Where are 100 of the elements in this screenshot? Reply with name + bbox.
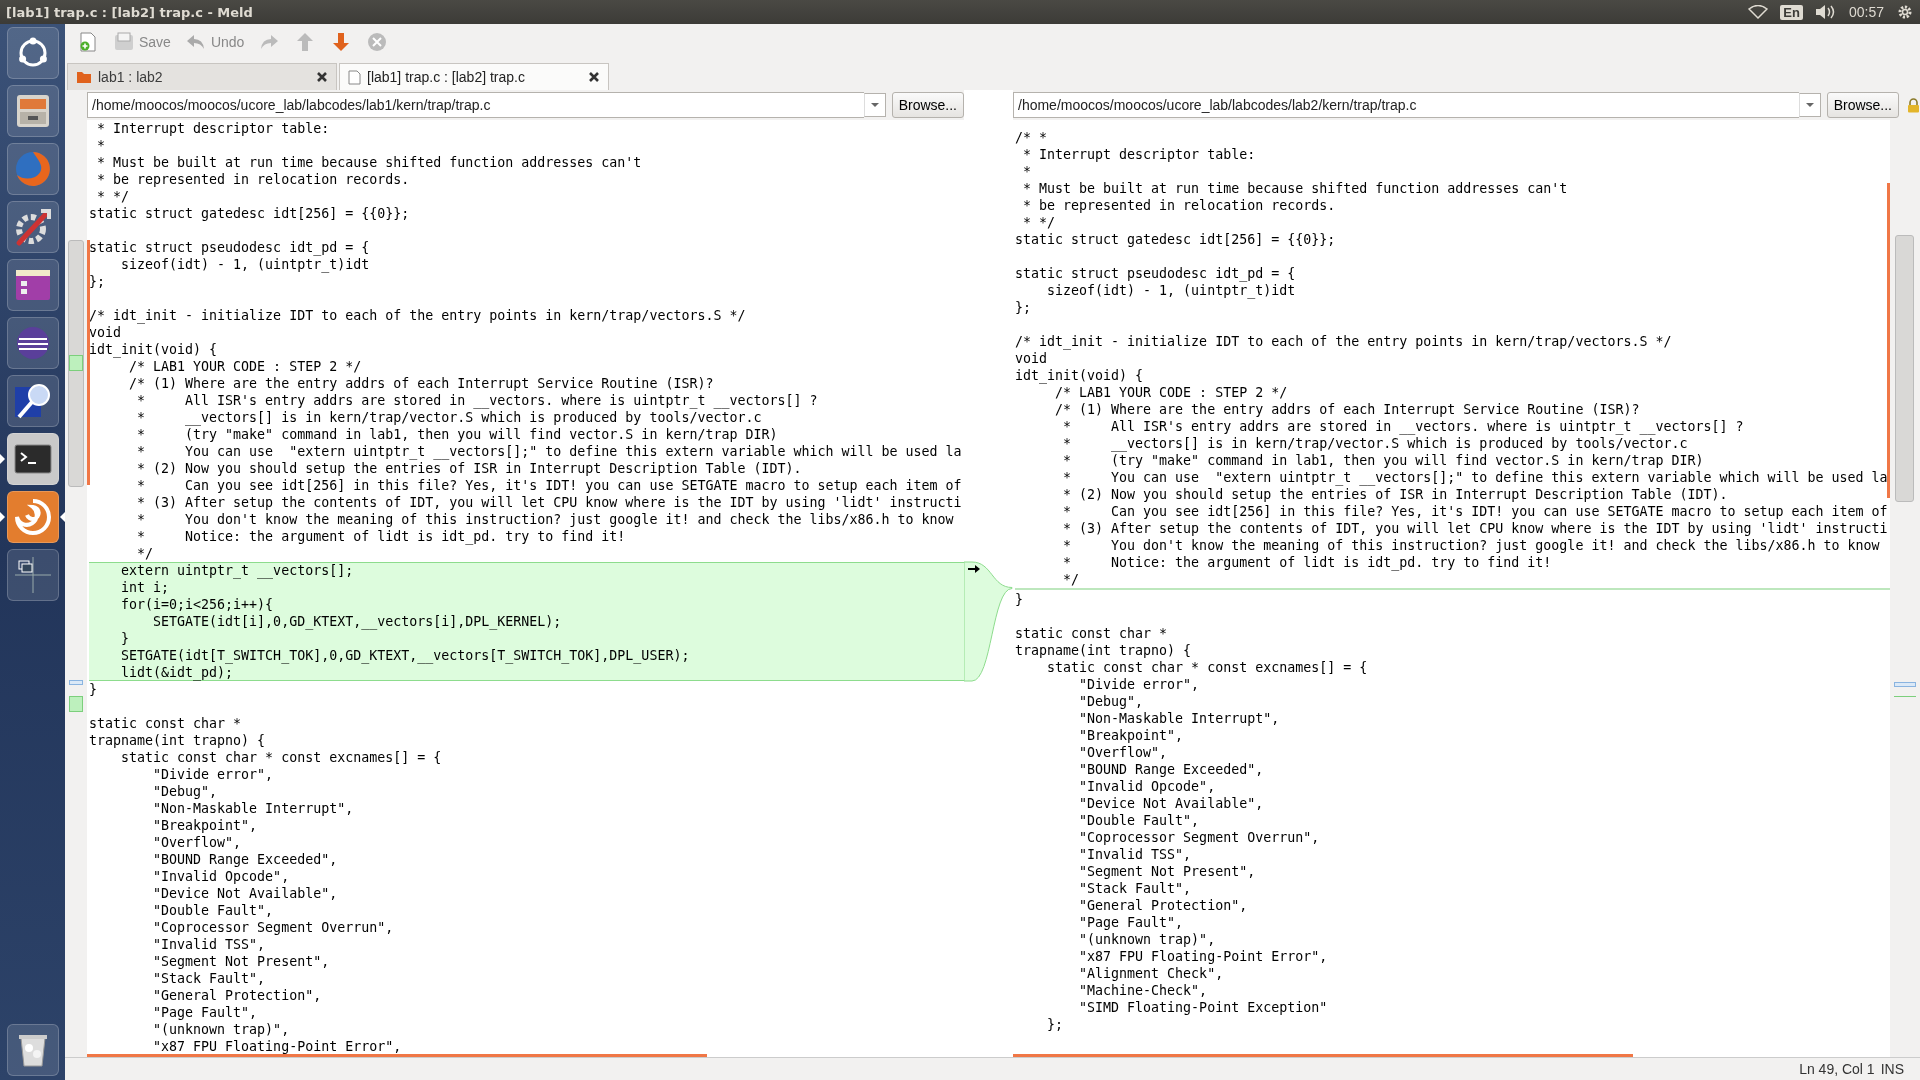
code-line: "Divide error", (1078, 675, 1201, 693)
code-line: "Coprocessor Segment Overrun", (1078, 828, 1321, 846)
code-line: "Non-Maskable Interrupt", (152, 800, 355, 817)
document-tab[interactable]: [lab1] trap.c : [lab2] trap.c (339, 63, 609, 90)
code-line: * */ (1022, 213, 1057, 231)
dropdown-button[interactable] (863, 93, 886, 117)
code-line: * Can you see idt[256] in this file? Yes, it's IDT! you can use SETGATE macro to setup each item of (1062, 502, 1889, 520)
code-line: "Coprocessor Segment Overrun", (152, 919, 395, 936)
globe-icon[interactable] (6, 143, 59, 195)
code-line: "SIMD Floating-Point Exception" (1078, 998, 1329, 1016)
code-line: * be represented in relocation records. (96, 171, 411, 188)
code-line: /* idt_init - initialize IDT to each of the entry points in kern/trap/vectors.S */ (89, 307, 747, 324)
code-line: * (try "make" command in lab1, then you will find vector.S in kern/trap DIR) (1062, 452, 1705, 469)
workspace-grid-icon[interactable] (6, 549, 59, 601)
code-line: "BOUND Range Exceeded", (152, 851, 339, 868)
volume-icon[interactable] (1814, 4, 1837, 20)
code-line: /* (1) Where are the entry addrs of each Interrupt Service Routine (ISR)? (1054, 400, 1641, 418)
path-field[interactable]: /home/moocos/moocos/ucore_lab/labcodes/lab1/kern/trap/trap.c (87, 92, 864, 118)
code-line: }; (1015, 298, 1032, 316)
code-line: "Stack Fault", (152, 970, 267, 987)
code-line: } (120, 630, 131, 647)
close-icon[interactable] (588, 71, 600, 83)
code-line: } (89, 681, 98, 698)
code-line: "General Protection", (1078, 896, 1249, 914)
code-line: "Page Fault", (152, 1004, 259, 1021)
code-line: "Invalid Opcode", (152, 868, 291, 885)
code-line: */ (1062, 570, 1081, 588)
window-icon[interactable] (6, 259, 59, 311)
code-line: * (2) Now you should setup the entries of ISR in Interrupt Description Table (IDT). (136, 460, 803, 477)
code-editor[interactable] (87, 120, 964, 1057)
document-tab[interactable]: lab1 : lab2 (67, 63, 337, 90)
terminal-icon[interactable] (6, 433, 59, 485)
code-line: * (2) Now you should setup the entries of ISR in Interrupt Description Table (IDT). (1062, 486, 1729, 503)
browse-button[interactable]: Browse... (891, 92, 964, 118)
save-icon (113, 31, 135, 53)
code-line: "Divide error", (152, 766, 275, 783)
code-line: static struct gatedesc idt[256] = {{0}}; (1015, 230, 1337, 248)
code-line: sizeof(idt) - 1, (uintptr_t)idt (120, 256, 371, 273)
magnifier-icon[interactable] (6, 375, 59, 427)
path-field[interactable]: /home/moocos/moocos/ucore_lab/labcodes/lab2/kern/trap/trap.c (1013, 92, 1799, 118)
trash-icon[interactable] (6, 1024, 59, 1076)
clock[interactable]: 00:57 (1848, 4, 1884, 20)
code-line: * You can use "extern uintptr_t __vectors[];" to define this extern variable which will be used la (136, 443, 963, 460)
code-line: }; (1046, 1015, 1065, 1033)
code-line: static const char * (1015, 624, 1169, 642)
arrow-icon[interactable] (967, 565, 980, 573)
caret-icon (869, 102, 880, 108)
code-line: }; (89, 273, 106, 290)
code-line: "Debug", (152, 783, 219, 800)
file-cabinet-icon[interactable] (6, 85, 59, 137)
code-line: static const char * const excnames[] = { (120, 749, 443, 766)
code-line: * __vectors[] is in kern/trap/vector.S which is produced by tools/vector.c (1062, 435, 1689, 452)
code-line: void (89, 324, 123, 341)
code-line: lidt(&idt_pd); (120, 664, 235, 681)
code-line: "Debug", (1078, 692, 1145, 710)
keyboard-indicator[interactable]: En (1780, 4, 1803, 20)
code-line: * You don't know the meaning of this instruction? just google it! and check the libs/x86.h to know (136, 511, 955, 528)
code-line: int i; (120, 579, 171, 596)
code-line: static struct gatedesc idt[256] = {{0}}; (89, 205, 411, 222)
dash-icon[interactable] (6, 27, 59, 79)
cursor-position: Ln 49, Col 1 (1799, 1061, 1875, 1077)
code-line: "Machine-Check", (1078, 981, 1209, 999)
code-line: /* LAB1 YOUR CODE : STEP 2 */ (128, 358, 363, 375)
code-line: * All ISR's entry addrs are stored in __vectors. where is uintptr_t __vectors[] ? (136, 392, 819, 409)
code-line: * Interrupt descriptor table: (1022, 145, 1257, 163)
wrench-gear-icon[interactable] (6, 201, 59, 253)
code-line: * Must be built at run time because shifted function addresses can't (96, 154, 643, 171)
code-line: SETGATE(idt[T_SWITCH_TOK],0,GD_KTEXT,__vectors[T_SWITCH_TOK],DPL_USER); (120, 647, 691, 664)
code-line: "Segment Not Present", (152, 953, 331, 970)
code-line: "(unknown trap)", (1078, 930, 1217, 948)
code-line: "Overflow", (1078, 743, 1169, 761)
code-line: "Invalid TSS", (1078, 845, 1193, 863)
code-line: static struct pseudodesc idt_pd = { (89, 239, 371, 256)
code-line: for(i=0;i<256;i++){ (120, 596, 275, 613)
dropdown-button[interactable] (1798, 93, 1821, 117)
document-icon (348, 69, 361, 85)
code-line: void (1015, 350, 1049, 367)
code-line: idt_init(void) { (1015, 366, 1145, 384)
code-line: static const char * const excnames[] = { (1046, 658, 1369, 676)
code-line: "Breakpoint", (1078, 726, 1185, 744)
code-line: "General Protection", (152, 987, 323, 1004)
code-line: "Device Not Available", (152, 885, 339, 902)
code-line: /* (1) Where are the entry addrs of each Interrupt Service Routine (ISR)? (128, 375, 715, 392)
close-icon[interactable] (316, 71, 328, 83)
code-line: "Segment Not Present", (1078, 862, 1257, 880)
browse-button[interactable]: Browse... (1826, 92, 1899, 118)
stop-icon (366, 31, 389, 53)
code-line: "Device Not Available", (1078, 794, 1265, 812)
code-line: /* * (1015, 128, 1049, 146)
code-line: trapname(int trapno) { (1015, 641, 1193, 659)
code-line: "Breakpoint", (152, 817, 259, 834)
wifi-icon[interactable] (1748, 5, 1769, 19)
insert-mode: INS (1880, 1061, 1904, 1077)
code-line: "(unknown trap)", (152, 1021, 291, 1038)
settings-icon[interactable] (1896, 3, 1914, 21)
code-line: "Page Fault", (1078, 913, 1185, 931)
code-line: "Double Fault", (1078, 811, 1201, 829)
new-file-icon (77, 31, 99, 53)
code-line: * Interrupt descriptor table: (96, 120, 331, 137)
swirl-icon[interactable] (6, 491, 59, 543)
